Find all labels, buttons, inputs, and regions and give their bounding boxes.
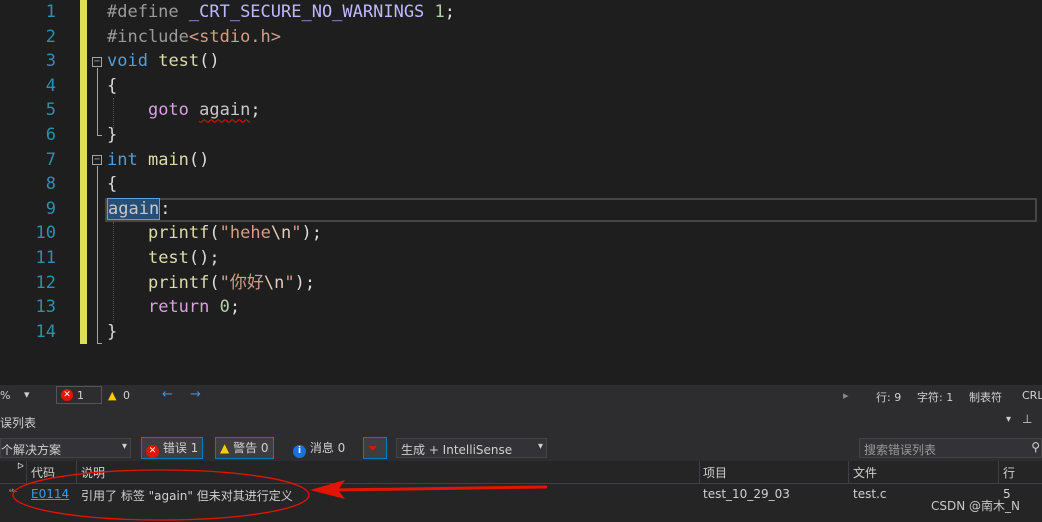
error-icon: ✕ [146,445,159,458]
scope-dropdown[interactable]: 个解决方案 ▾ [0,438,131,458]
source-dropdown[interactable]: 生成 + IntelliSense ▾ [396,438,547,458]
editor-status-bar: % ▾ ✕ 1 ▲ 0 ← → ▸ 行: 9 字符: 1 制表符 CRL [0,385,1042,407]
chevron-down-icon[interactable]: ▾ [1006,414,1011,425]
code-line-4: { [107,75,118,96]
search-icon[interactable]: ⚲ [1031,440,1040,454]
code-line-1: #define _CRT_SECURE_NO_WARNINGS 1; [107,2,456,22]
code-line-8: { [107,174,118,195]
fold-guide-end [97,135,102,136]
line-number: 11 [35,248,56,268]
scroll-right-icon[interactable]: ▸ [843,389,849,402]
code-editor[interactable]: 1 2 3 4 5 6 7 8 9 10 11 12 13 14 − − #de… [0,0,1042,385]
error-list-panel: 误列表 ▾ ⊥ 个解决方案 ▾ ✕ 错误 1 ▲ 警告 0 i 消息 0 ⏷ 生… [0,407,1042,522]
line-number: 2 [45,26,56,47]
tab-mode[interactable]: 制表符 [969,389,1002,405]
line-number: 13 [35,297,56,318]
error-project: test_10_29_03 [703,487,790,501]
code-line-5: goto again; [147,100,261,121]
line-number: 7 [45,149,56,170]
error-icon: ✕ [61,389,73,401]
column-header-file[interactable]: 文件 [853,464,877,481]
fold-guide [97,166,98,343]
current-line-highlight [105,198,1037,222]
error-list-header: ᐅ 代码 说明 项目 文件 行 [0,461,1042,484]
code-line-11: test(); [147,248,220,268]
fold-guide [97,68,98,135]
column-separator [998,461,999,483]
error-code-link[interactable]: E0114 [31,487,69,501]
line-number: 9 [45,198,56,219]
code-line-7: int main() [107,149,210,170]
warnings-filter-button[interactable]: ▲ 警告 0 [215,437,274,459]
line-number: 6 [45,125,56,145]
chevron-down-icon[interactable]: ▾ [24,388,30,401]
pin-icon[interactable]: ⊥ [1022,412,1032,426]
filter-icon[interactable]: ⏷ [363,437,387,459]
error-file: test.c [853,487,887,501]
code-line-12: printf("你好\n"); [147,272,316,293]
code-line-9: again: [107,197,171,220]
cursor-col[interactable]: 字符: 1 [917,389,953,405]
error-description: 引用了 标签 "again" 但未对其进行定义 [81,489,293,503]
warning-count: 0 [123,389,130,402]
column-header-code[interactable]: 代码 [31,464,55,481]
warning-icon: ▲ [108,389,117,402]
watermark: CSDN @南木_N [931,499,1021,513]
chevron-down-icon: ▾ [121,441,127,452]
code-line-13: return 0; [147,297,241,318]
change-marker-bar [80,0,87,345]
column-separator [76,461,77,483]
errors-filter-button[interactable]: ✕ 错误 1 [141,437,204,459]
fold-guide-end [97,343,102,344]
arrow-right-icon[interactable]: → [190,387,201,402]
zoom-level[interactable]: % [0,389,10,402]
abc-error-icon: ᵃᵇᶜ [9,488,18,496]
warning-icon: ▲ [220,441,230,455]
code-line-14: } [107,321,118,342]
cursor-row[interactable]: 行: 9 [876,389,901,405]
column-separator [26,461,27,483]
collapse-icon[interactable]: − [92,57,102,67]
sort-icon[interactable]: ᐅ [17,462,24,472]
column-header-line[interactable]: 行 [1003,464,1015,481]
collapse-icon[interactable]: − [92,155,102,165]
line-number: 4 [45,75,56,96]
info-icon: i [293,445,306,458]
arrow-left-icon[interactable]: ← [162,387,173,402]
column-header-project[interactable]: 项目 [703,464,727,481]
line-number: 1 [45,2,56,22]
line-number: 14 [35,321,56,342]
column-separator [848,461,849,483]
panel-title: 误列表 [0,416,37,430]
line-ending[interactable]: CRL [1022,389,1042,402]
undefined-label-error: again [199,100,251,121]
line-number: 12 [35,272,56,293]
error-count: 1 [77,389,84,402]
column-header-description[interactable]: 说明 [81,464,105,481]
line-number: 3 [45,51,56,72]
selected-label: again [107,197,161,220]
code-line-2: #include<stdio.h> [107,26,282,47]
line-number: 5 [45,100,56,121]
line-number: 10 [35,223,56,244]
chevron-down-icon: ▾ [537,441,543,452]
column-separator [699,461,700,483]
code-line-6: } [107,125,118,145]
error-list-toolbar: 个解决方案 ▾ ✕ 错误 1 ▲ 警告 0 i 消息 0 ⏷ 生成 + Inte… [0,435,1042,461]
code-line-10: printf("hehe\n"); [147,223,323,244]
messages-filter-button[interactable]: i 消息 0 [288,437,350,459]
search-input[interactable]: 搜索错误列表 ⚲ [859,438,1042,458]
panel-title-bar: 误列表 ▾ ⊥ [0,407,1042,435]
line-number: 8 [45,174,56,195]
table-row[interactable]: ᵃᵇᶜ E0114 引用了 标签 "again" 但未对其进行定义 test_1… [0,483,1042,505]
code-line-3: void test() [107,51,220,72]
